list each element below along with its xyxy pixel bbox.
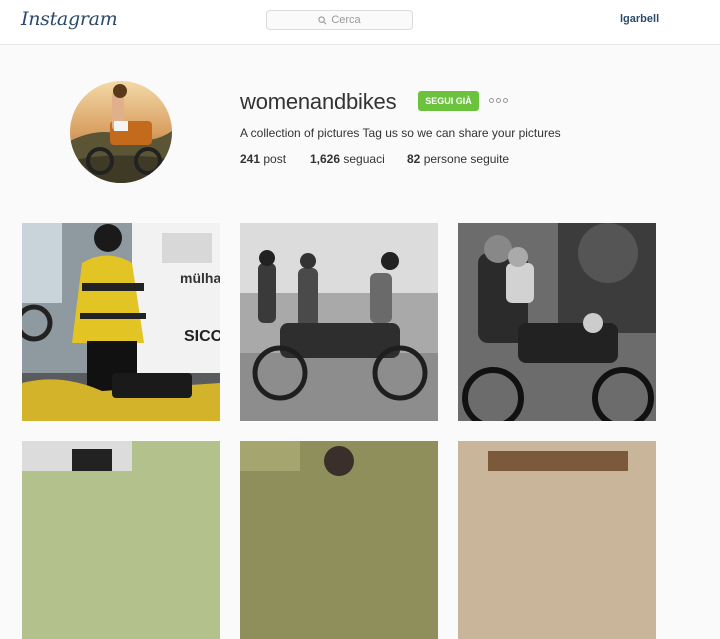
dot-icon [503,98,508,103]
following-button[interactable]: SEGUI GIÀ [418,91,479,111]
posts-label: post [263,152,287,166]
search-placeholder: Cerca [331,14,361,26]
posts-stat: 241 post [240,152,286,166]
search-input[interactable]: Cerca [266,10,413,30]
following-stat[interactable]: 82 persone seguite [407,152,509,166]
post-row2-2[interactable] [240,441,438,639]
post-yellow-jacket-rider[interactable]: mülha SICO [22,223,220,421]
post-vintage-women-motorcycle[interactable] [240,223,438,421]
followers-count: 1,626 [310,152,341,166]
post-mother-child-motorcycle[interactable] [458,223,656,421]
search-icon [318,15,327,24]
profile-bio: A collection of pictures Tag us so we ca… [240,126,561,140]
svg-text:SICO: SICO [184,328,220,345]
current-user-link[interactable]: lgarbell [620,13,659,25]
svg-text:mülha: mülha [180,270,220,286]
posts-count: 241 [240,152,261,166]
profile-username: womenandbikes [240,89,397,114]
post-row2-1[interactable] [22,441,220,639]
following-label: persone seguite [423,152,510,166]
followers-stat[interactable]: 1,626 seguaci [310,152,385,166]
dot-icon [496,98,501,103]
post-row2-3[interactable] [458,441,656,639]
profile-avatar[interactable] [70,81,172,183]
more-options-icon[interactable] [489,98,508,103]
dot-icon [489,98,494,103]
followers-label: seguaci [343,152,385,166]
following-count: 82 [407,152,421,166]
instagram-logo[interactable]: Instagram [21,8,118,30]
top-bar: Instagram Cerca lgarbell [0,0,720,45]
